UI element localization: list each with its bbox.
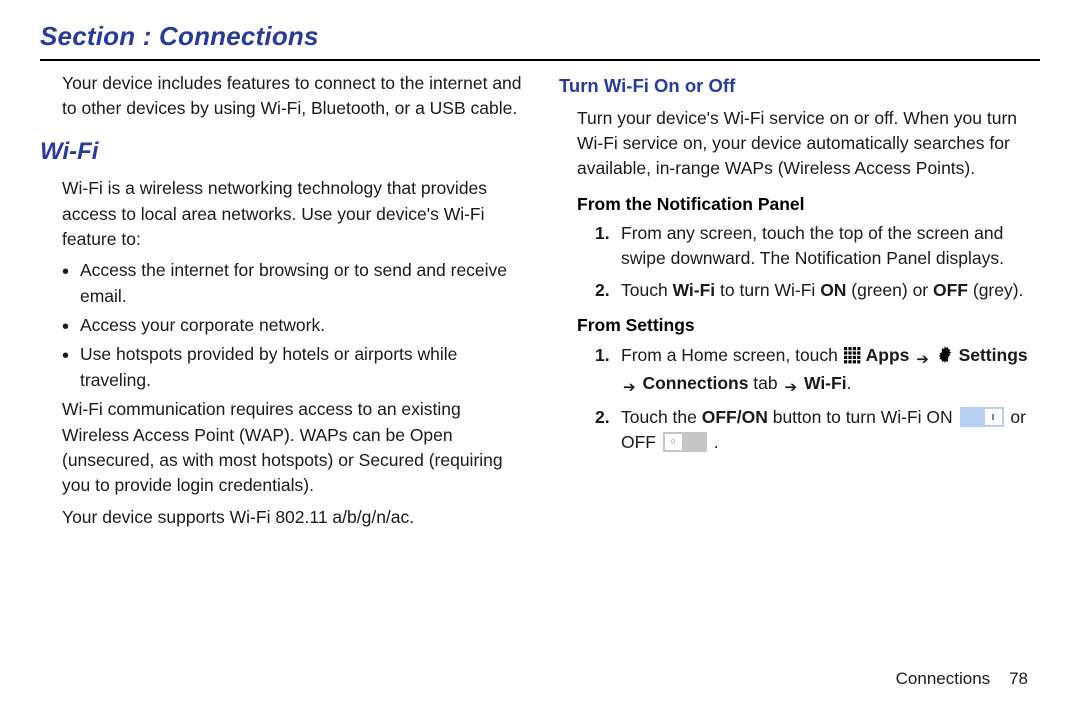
- section-title: Section : Connections: [40, 18, 1040, 57]
- list-item: Access your corporate network.: [62, 313, 525, 338]
- text: Touch the: [621, 407, 702, 427]
- text: From a Home screen, touch: [621, 345, 843, 365]
- step-text: Touch Wi-Fi to turn Wi-Fi ON (green) or …: [621, 280, 1023, 300]
- list-item: 1. From any screen, touch the top of the…: [595, 221, 1040, 272]
- right-column: Turn Wi-Fi On or Off Turn your device's …: [555, 71, 1040, 536]
- text: to turn Wi-Fi: [715, 280, 820, 300]
- heading-from-settings: From Settings: [577, 313, 1040, 338]
- bold-text: Connections: [642, 373, 748, 393]
- list-item: 2. Touch Wi-Fi to turn Wi-Fi ON (green) …: [595, 278, 1040, 303]
- arrow-icon: ➔: [785, 377, 798, 399]
- footer-label: Connections: [896, 669, 991, 688]
- text: (green) or: [846, 280, 933, 300]
- apps-icon: [843, 346, 861, 371]
- toggle-off-icon: [663, 432, 707, 452]
- divider: [40, 59, 1040, 61]
- step-text: Touch the OFF/ON button to turn Wi-Fi ON…: [621, 407, 1026, 452]
- text: (grey).: [968, 280, 1023, 300]
- heading-turn-wifi: Turn Wi-Fi On or Off: [559, 73, 1040, 100]
- list-item: Use hotspots provided by hotels or airpo…: [62, 342, 525, 393]
- notification-steps: 1. From any screen, touch the top of the…: [595, 221, 1040, 303]
- bold-text: ON: [820, 280, 846, 300]
- bold-text: Settings: [959, 345, 1028, 365]
- text: .: [714, 432, 719, 452]
- bold-text: OFF: [933, 280, 968, 300]
- page-number: 78: [1009, 669, 1028, 688]
- step-text: From a Home screen, touch Apps ➔: [621, 345, 1028, 393]
- text: .: [847, 373, 852, 393]
- step-marker: 1.: [595, 343, 610, 368]
- arrow-icon: ➔: [623, 377, 636, 399]
- list-item: 2. Touch the OFF/ON button to turn Wi-Fi…: [595, 405, 1040, 456]
- support-paragraph: Your device supports Wi-Fi 802.11 a/b/g/…: [62, 505, 525, 530]
- bold-text: Wi-Fi: [673, 280, 716, 300]
- intro-paragraph: Your device includes features to connect…: [62, 71, 525, 122]
- left-column: Your device includes features to connect…: [40, 71, 525, 536]
- two-column-layout: Your device includes features to connect…: [40, 71, 1040, 536]
- gear-icon: [936, 346, 954, 371]
- arrow-icon: ➔: [916, 349, 929, 371]
- bold-text: OFF/ON: [702, 407, 768, 427]
- list-item: Access the internet for browsing or to s…: [62, 258, 525, 309]
- step-text: From any screen, touch the top of the sc…: [621, 223, 1004, 268]
- text: tab: [748, 373, 782, 393]
- wifi-intro-paragraph: Wi-Fi is a wireless networking technolog…: [62, 176, 525, 252]
- wap-paragraph: Wi-Fi communication requires access to a…: [62, 397, 525, 499]
- list-item: 1. From a Home screen, touch Apps ➔: [595, 343, 1040, 399]
- heading-from-notification-panel: From the Notification Panel: [577, 192, 1040, 217]
- wifi-feature-list: Access the internet for browsing or to s…: [62, 258, 525, 393]
- bold-text: Apps: [866, 345, 910, 365]
- bold-text: Wi-Fi: [804, 373, 847, 393]
- page-footer: Connections 78: [896, 667, 1028, 692]
- text: button to turn Wi-Fi ON: [768, 407, 958, 427]
- step-marker: 1.: [595, 221, 610, 246]
- turn-intro-paragraph: Turn your device's Wi-Fi service on or o…: [577, 106, 1040, 182]
- toggle-on-icon: [960, 407, 1004, 427]
- heading-wifi: Wi-Fi: [40, 135, 525, 170]
- settings-steps: 1. From a Home screen, touch Apps ➔: [595, 343, 1040, 456]
- step-marker: 2.: [595, 278, 610, 303]
- step-marker: 2.: [595, 405, 610, 430]
- text: Touch: [621, 280, 673, 300]
